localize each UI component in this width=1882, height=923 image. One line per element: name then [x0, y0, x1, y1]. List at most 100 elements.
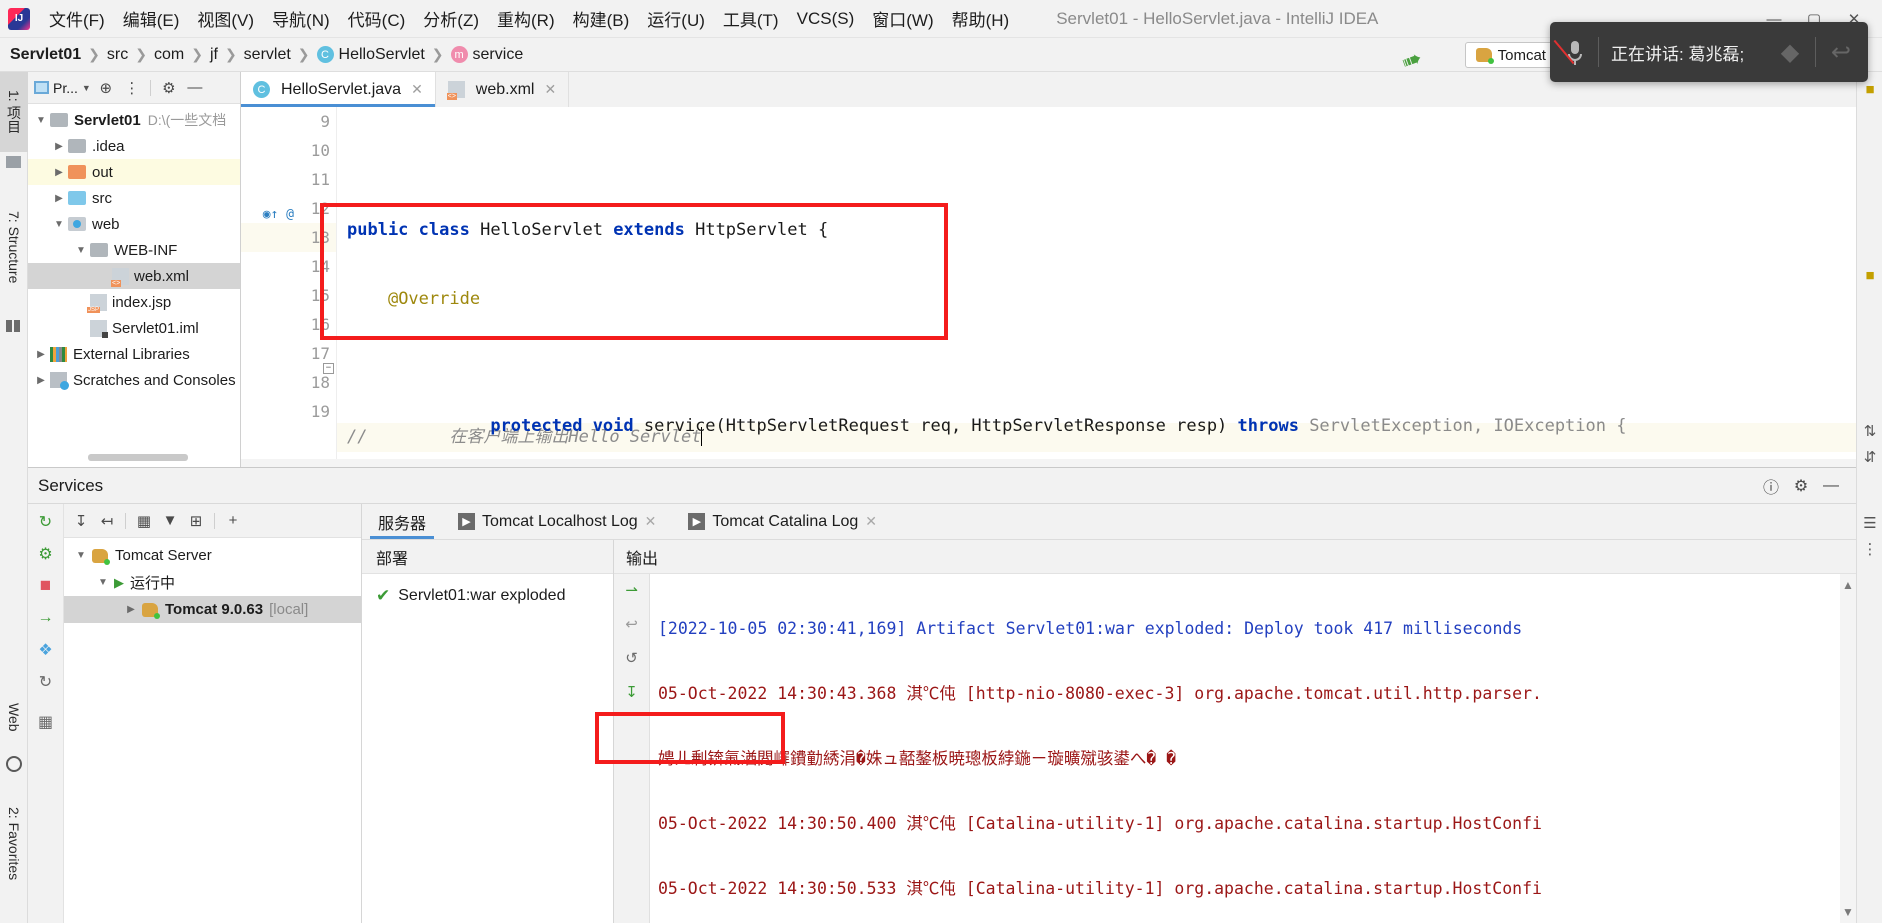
expand-icon[interactable]: ⇵	[1857, 444, 1882, 470]
filter-icon[interactable]: ▼	[159, 510, 181, 532]
screenshare-toast[interactable]: 正在讲话: 葛兆磊; ◆ ↩	[1550, 22, 1868, 82]
add-icon[interactable]: +	[222, 510, 244, 532]
sidebar-item-favorites[interactable]: 2: Favorites	[0, 784, 28, 904]
breadcrumb-project[interactable]: Servlet01	[10, 46, 81, 64]
refresh-icon[interactable]: ↻	[36, 672, 56, 692]
tab-server[interactable]: 服务器	[362, 504, 442, 539]
twisty-icon[interactable]: ▶	[50, 141, 68, 152]
services-node-running[interactable]: ▼ ▶ 运行中	[64, 569, 361, 596]
tab-web-xml[interactable]: web.xml ✕	[435, 72, 570, 107]
deployment-artifact-row[interactable]: ✔ Servlet01:war exploded	[362, 574, 613, 618]
menu-window[interactable]: 窗口(W)	[863, 2, 942, 35]
tree-node-idea[interactable]: ▶ .idea	[28, 133, 240, 159]
tree-node-iml[interactable]: Servlet01.iml	[28, 315, 240, 341]
menu-build[interactable]: 构建(B)	[564, 2, 639, 35]
fold-icon[interactable]: −	[323, 363, 334, 374]
deploy-icon[interactable]: →	[36, 608, 56, 628]
sidebar-item-project[interactable]: 1: 项目	[0, 72, 28, 152]
code-text[interactable]: public class HelloServlet extends HttpSe…	[323, 107, 1856, 467]
menu-navigate[interactable]: 导航(N)	[263, 2, 339, 35]
twisty-icon[interactable]: ▶	[32, 375, 50, 386]
structure-icon[interactable]	[6, 320, 22, 332]
close-icon[interactable]: ✕	[411, 81, 423, 98]
gear-icon[interactable]: ⚙	[1786, 476, 1816, 496]
tree-node-scratches[interactable]: ▶ Scratches and Consoles	[28, 367, 240, 393]
twisty-icon[interactable]: ▼	[72, 245, 90, 256]
breadcrumb-servlet[interactable]: servlet	[244, 46, 291, 64]
tree-node-src[interactable]: ▶ src	[28, 185, 240, 211]
menu-refactor[interactable]: 重构(R)	[488, 2, 564, 35]
more-icon[interactable]: ⋮	[1857, 536, 1882, 562]
project-horizontal-scrollbar[interactable]	[88, 454, 188, 461]
collapse-icon[interactable]: ⇅	[1857, 418, 1882, 444]
menu-vcs[interactable]: VCS(S)	[788, 5, 864, 33]
mic-muted-icon[interactable]	[1553, 39, 1586, 65]
breadcrumb-method[interactable]: m service	[450, 46, 523, 64]
print-icon[interactable]: ↧	[622, 682, 642, 702]
breadcrumb-com[interactable]: com	[154, 46, 184, 64]
services-tree[interactable]: ▼ Tomcat Server ▼ ▶ 运行中 ▶ Tomcat 9.0.63 …	[64, 538, 361, 923]
breadcrumb-class[interactable]: C HelloServlet	[316, 46, 425, 64]
menu-analyze[interactable]: 分析(Z)	[414, 2, 488, 35]
twisty-icon[interactable]: ▶	[120, 604, 142, 615]
tree-node-webinf[interactable]: ▼ WEB-INF	[28, 237, 240, 263]
twisty-icon[interactable]: ▼	[32, 115, 50, 126]
menu-tools[interactable]: 工具(T)	[714, 2, 788, 35]
hide-icon[interactable]: —	[184, 77, 206, 99]
twisty-icon[interactable]: ▼	[50, 219, 68, 230]
breadcrumb-jf[interactable]: jf	[210, 46, 218, 64]
scroll-up-icon[interactable]: ▲	[1842, 578, 1854, 592]
close-icon[interactable]: ✕	[645, 513, 657, 530]
menu-run[interactable]: 运行(U)	[638, 2, 714, 35]
tree-node-web[interactable]: ▼ web	[28, 211, 240, 237]
project-tree[interactable]: ▼ Servlet01 D:\(一些文档 ▶ .idea ▶ out ▶ src	[28, 104, 240, 467]
twisty-icon[interactable]: ▶	[32, 349, 50, 360]
console-output[interactable]: [2022-10-05 02:30:41,169] Artifact Servl…	[650, 574, 1840, 923]
layout-icon[interactable]: ☰	[1857, 510, 1882, 536]
sidebar-item-structure[interactable]: 7: Structure	[0, 182, 28, 312]
menu-view[interactable]: 视图(V)	[188, 2, 263, 35]
tab-helloservlet-java[interactable]: C HelloServlet.java ✕	[241, 72, 436, 107]
locate-icon[interactable]: ⊕	[95, 77, 117, 99]
hide-icon[interactable]: —	[1816, 477, 1846, 495]
restart-icon[interactable]: ↺	[622, 648, 642, 668]
menu-help[interactable]: 帮助(H)	[943, 2, 1019, 35]
scroll-to-end-icon[interactable]: ⇀	[622, 580, 642, 600]
notifications-icon[interactable]: ■	[1857, 262, 1882, 288]
tree-node-servlet01[interactable]: ▼ Servlet01 D:\(一些文档	[28, 107, 240, 133]
tab-tomcat-catalina-log[interactable]: ▶ Tomcat Catalina Log ✕	[672, 504, 893, 539]
project-folder-icon[interactable]	[6, 156, 21, 168]
rerun-icon[interactable]: ↻	[36, 512, 56, 532]
share-icon[interactable]: ◆	[1777, 39, 1803, 66]
stop-icon[interactable]: ■	[36, 575, 56, 596]
twisty-icon[interactable]: ▶	[50, 193, 68, 204]
group-icon[interactable]: ▦	[133, 510, 155, 532]
edit-config-icon[interactable]: ❖	[36, 640, 56, 660]
layout-icon[interactable]: ▦	[36, 712, 56, 732]
soft-wrap-icon[interactable]: ↩	[622, 614, 642, 634]
tree-node-webxml[interactable]: web.xml	[28, 263, 240, 289]
services-node-tomcat-server[interactable]: ▼ Tomcat Server	[64, 542, 361, 569]
line-number-gutter[interactable]: 9 10 11 ◉↑ @ 12 13 14 15 16 17 18 19	[241, 107, 337, 467]
tree-node-external-libraries[interactable]: ▶ External Libraries	[28, 341, 240, 367]
project-view-selector[interactable]: Pr... ▼	[34, 80, 91, 96]
undo-icon[interactable]: ↩	[1828, 39, 1854, 66]
collapse-all-icon[interactable]: ⋮	[121, 77, 143, 99]
collapse-all-icon[interactable]: ↤	[96, 510, 118, 532]
tree-node-indexjsp[interactable]: index.jsp	[28, 289, 240, 315]
twisty-icon[interactable]: ▼	[92, 577, 114, 588]
add-frame-icon[interactable]: ⊞	[185, 510, 207, 532]
breadcrumb-src[interactable]: src	[107, 46, 128, 64]
console-scrollbar[interactable]: ▲ ▼	[1840, 574, 1856, 923]
debug-icon[interactable]: ⚙	[36, 544, 56, 564]
sidebar-item-web[interactable]: Web	[0, 682, 28, 752]
twisty-icon[interactable]: ▶	[50, 167, 68, 178]
twisty-icon[interactable]: ▼	[70, 550, 92, 561]
menu-code[interactable]: 代码(C)	[339, 2, 415, 35]
gear-icon[interactable]: ⚙	[158, 77, 180, 99]
tree-node-out[interactable]: ▶ out	[28, 159, 240, 185]
services-node-tomcat-instance[interactable]: ▶ Tomcat 9.0.63 [local]	[64, 596, 361, 623]
close-icon[interactable]: ✕	[544, 81, 556, 98]
expand-all-icon[interactable]: ↧	[70, 510, 92, 532]
menu-edit[interactable]: 编辑(E)	[114, 2, 189, 35]
